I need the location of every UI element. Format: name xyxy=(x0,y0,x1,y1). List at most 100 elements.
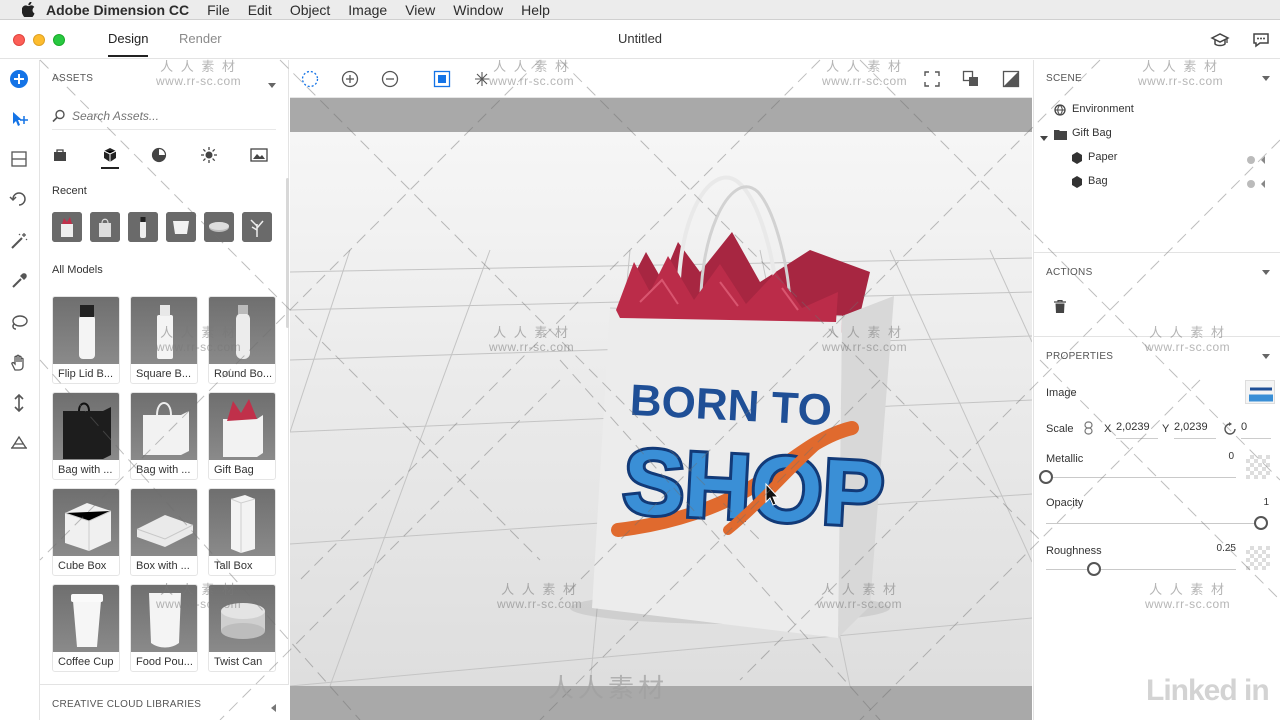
model-card[interactable]: Square B... xyxy=(130,296,198,384)
orbit-tool-icon[interactable] xyxy=(8,188,30,210)
menu-window[interactable]: Window xyxy=(453,2,503,18)
rotation-field[interactable]: 0 xyxy=(1241,421,1271,439)
tool-bar xyxy=(0,60,40,720)
close-window-button[interactable] xyxy=(13,34,25,46)
app-name-menu[interactable]: Adobe Dimension CC xyxy=(46,2,189,18)
canvas-toolbar xyxy=(290,60,1032,98)
libraries-expand-chevron-icon[interactable] xyxy=(270,699,276,717)
add-content-icon[interactable] xyxy=(8,68,30,90)
menu-edit[interactable]: Edit xyxy=(248,2,272,18)
properties-collapse-chevron-icon[interactable] xyxy=(1262,354,1270,360)
model-card[interactable]: Round Bo... xyxy=(208,296,276,384)
render-preview-icon[interactable] xyxy=(961,69,981,89)
model-card[interactable]: Flip Lid B... xyxy=(52,296,120,384)
select-rect-icon[interactable] xyxy=(300,69,320,89)
minimize-window-button[interactable] xyxy=(33,34,45,46)
fit-to-view-icon[interactable] xyxy=(432,69,452,89)
scale-x-field[interactable]: 2,0239 xyxy=(1116,421,1158,439)
model-card[interactable]: Bag with ... xyxy=(52,392,120,480)
render-stage: BORN TO SHOP xyxy=(290,132,1032,687)
assets-collapse-chevron-icon[interactable] xyxy=(268,76,276,94)
model-card[interactable]: Coffee Cup xyxy=(52,584,120,672)
dolly-tool-icon[interactable] xyxy=(8,392,30,414)
tab-render[interactable]: Render xyxy=(179,31,222,46)
recent-thumb-gift-bag[interactable] xyxy=(52,212,82,242)
model-label: Box with ... xyxy=(136,560,190,572)
recent-thumb-can[interactable] xyxy=(204,212,234,242)
apple-icon[interactable] xyxy=(20,2,36,18)
fullscreen-icon[interactable] xyxy=(922,69,942,89)
recent-label: Recent xyxy=(52,185,87,197)
eyedropper-icon[interactable] xyxy=(8,270,30,292)
filter-materials-icon[interactable] xyxy=(150,146,168,164)
filter-images-icon[interactable] xyxy=(250,146,268,164)
model-label: Bag with ... xyxy=(136,464,191,476)
link-proportions-icon[interactable] xyxy=(1084,421,1093,440)
metallic-texture-swatch[interactable] xyxy=(1246,455,1270,479)
camera-bookmarks-icon[interactable] xyxy=(8,432,30,454)
zoom-window-button[interactable] xyxy=(53,34,65,46)
scene-item-paper[interactable]: Paper xyxy=(1088,151,1117,163)
menu-view[interactable]: View xyxy=(405,2,435,18)
model-icon xyxy=(1071,151,1083,169)
menu-object[interactable]: Object xyxy=(290,2,330,18)
horizon-tool-icon[interactable] xyxy=(8,148,30,170)
model-card[interactable]: Cube Box xyxy=(52,488,120,576)
add-to-selection-icon[interactable] xyxy=(340,69,360,89)
filter-lights-icon[interactable] xyxy=(200,146,218,164)
model-thumbnail xyxy=(131,393,197,460)
metallic-slider-knob[interactable] xyxy=(1039,470,1053,484)
roughness-slider-track[interactable] xyxy=(1046,569,1236,570)
model-card[interactable]: Bag with ... xyxy=(130,392,198,480)
model-thumbnail xyxy=(209,489,275,556)
metallic-slider-track[interactable] xyxy=(1046,477,1236,478)
filter-all-icon[interactable] xyxy=(51,146,69,164)
model-card[interactable]: Food Pou... xyxy=(130,584,198,672)
recent-thumb-bag[interactable] xyxy=(90,212,120,242)
canvas-size-icon[interactable] xyxy=(1001,69,1021,89)
pan-hand-icon[interactable] xyxy=(8,352,30,374)
menu-file[interactable]: File xyxy=(207,2,230,18)
menu-image[interactable]: Image xyxy=(348,2,387,18)
assets-panel: ASSETS Recent All Models xyxy=(40,60,289,720)
roughness-slider-knob[interactable] xyxy=(1086,562,1101,576)
scene-item-bag[interactable]: Bag xyxy=(1088,175,1108,187)
image-label: Image xyxy=(1046,387,1077,399)
subtract-selection-icon[interactable] xyxy=(380,69,400,89)
assets-scrollbar[interactable] xyxy=(286,178,289,328)
search-input[interactable] xyxy=(72,106,262,126)
creative-cloud-libraries-section[interactable]: CREATIVE CLOUD LIBRARIES xyxy=(40,684,289,720)
learn-icon[interactable] xyxy=(1210,30,1230,50)
actions-collapse-chevron-icon[interactable] xyxy=(1262,270,1270,276)
material-indicator-icon xyxy=(1246,176,1266,194)
opacity-slider-track[interactable] xyxy=(1046,523,1261,524)
model-card[interactable]: Tall Box xyxy=(208,488,276,576)
image-thumbnail-swatch[interactable] xyxy=(1245,380,1275,404)
scene-collapse-chevron-icon[interactable] xyxy=(1262,76,1270,82)
group-expand-chevron-icon[interactable] xyxy=(1040,129,1048,147)
recent-thumb-bottle[interactable] xyxy=(128,212,158,242)
select-move-tool-icon[interactable] xyxy=(8,108,30,130)
tab-design[interactable]: Design xyxy=(108,31,149,57)
environment-icon xyxy=(1054,103,1066,121)
recent-thumb-plant[interactable] xyxy=(242,212,272,242)
model-thumbnail xyxy=(131,585,197,652)
lasso-tool-icon[interactable] xyxy=(8,312,30,334)
roughness-texture-swatch[interactable] xyxy=(1246,546,1270,570)
model-card[interactable]: Box with ... xyxy=(130,488,198,576)
scene-item-gift-bag[interactable]: Gift Bag xyxy=(1072,127,1112,139)
model-card[interactable]: Gift Bag xyxy=(208,392,276,480)
filter-models-icon[interactable] xyxy=(101,146,119,164)
delete-trash-icon[interactable] xyxy=(1054,299,1066,318)
menu-help[interactable]: Help xyxy=(521,2,550,18)
opacity-slider-knob[interactable] xyxy=(1254,516,1268,530)
magic-wand-icon[interactable] xyxy=(8,230,30,252)
model-card[interactable]: Twist Can xyxy=(208,584,276,672)
snap-icon[interactable] xyxy=(472,69,492,89)
scene-item-environment[interactable]: Environment xyxy=(1072,103,1134,115)
3d-viewport[interactable]: BORN TO SHOP xyxy=(290,98,1032,720)
scale-y-field[interactable]: 2,0239 xyxy=(1174,421,1216,439)
recent-thumb-cup[interactable] xyxy=(166,212,196,242)
feedback-icon[interactable] xyxy=(1251,30,1271,50)
model-label: Square B... xyxy=(136,368,192,380)
